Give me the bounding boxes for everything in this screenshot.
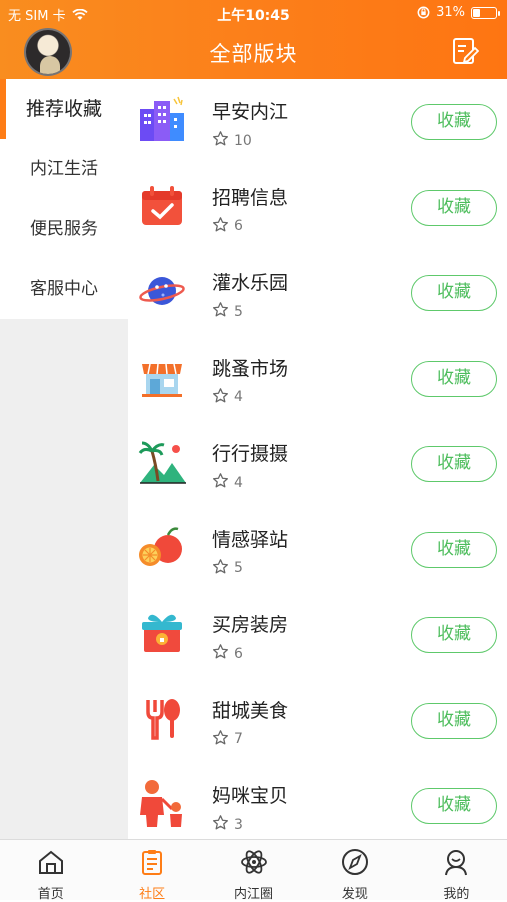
star-icon <box>212 301 229 322</box>
palm-landscape-icon <box>136 435 188 487</box>
sidebar-item[interactable]: 内江生活 <box>0 139 128 199</box>
board-title[interactable]: 早安内江 <box>212 97 288 124</box>
board-title[interactable]: 跳蚤市场 <box>212 354 288 381</box>
category-sidebar: 推荐收藏 内江生活 便民服务 客服中心 <box>0 79 128 839</box>
star-icon <box>212 387 229 408</box>
favorite-count: 7 <box>212 729 243 750</box>
sidebar-item[interactable]: 便民服务 <box>0 199 128 259</box>
board-row[interactable]: 行行摄摄 4 收藏 <box>128 421 507 507</box>
favorite-button[interactable]: 收藏 <box>411 446 497 482</box>
profile-icon <box>441 847 471 883</box>
fork-spoon-icon <box>136 692 188 744</box>
tab-label: 发现 <box>341 887 368 902</box>
tab-profile[interactable]: 我的 <box>406 840 507 902</box>
board-title[interactable]: 甜城美食 <box>212 696 288 723</box>
favorite-count-value: 4 <box>234 474 243 491</box>
board-row[interactable]: 买房装房 6 收藏 <box>128 592 507 678</box>
board-title[interactable]: 情感驿站 <box>212 525 288 552</box>
favorite-count-value: 7 <box>234 731 243 747</box>
status-bar: 无 SIM 卡 上午10:45 31% <box>0 0 507 26</box>
favorite-button[interactable]: 收藏 <box>411 617 497 653</box>
edit-post-icon[interactable] <box>451 36 479 66</box>
atom-icon <box>239 847 269 883</box>
star-icon <box>212 558 229 579</box>
star-icon <box>212 216 229 237</box>
favorite-button[interactable]: 收藏 <box>411 531 497 568</box>
page-title: 全部版块 <box>209 42 298 66</box>
header-bar: 无 SIM 卡 上午10:45 31% 全部版块 <box>0 0 507 79</box>
favorite-count-value: 10 <box>234 132 252 149</box>
favorite-count-value: 6 <box>234 645 243 662</box>
star-icon <box>212 643 229 664</box>
home-icon <box>36 847 66 883</box>
star-icon <box>212 130 229 151</box>
board-row[interactable]: 跳蚤市场 4 收藏 <box>128 336 507 422</box>
favorite-button[interactable]: 收藏 <box>411 360 497 397</box>
board-row[interactable]: 招聘信息 6 收藏 <box>128 165 507 251</box>
board-title[interactable]: 招聘信息 <box>212 183 288 210</box>
board-row[interactable]: 妈咪宝贝 3 收藏 <box>128 763 507 839</box>
sidebar-item[interactable]: 推荐收藏 <box>0 79 128 139</box>
favorite-count-value: 4 <box>234 389 243 405</box>
star-icon <box>212 729 229 750</box>
battery-icon <box>471 6 500 19</box>
calendar-check-icon <box>136 179 188 231</box>
tab-label: 社区 <box>139 887 166 902</box>
favorite-count: 3 <box>212 814 243 835</box>
favorite-button[interactable]: 收藏 <box>411 788 497 824</box>
battery-percent: 31% <box>436 5 465 20</box>
buildings-icon <box>136 93 188 145</box>
tab-compass[interactable]: 发现 <box>304 840 405 902</box>
favorite-button[interactable]: 收藏 <box>411 104 497 140</box>
sidebar-item[interactable]: 客服中心 <box>0 259 128 319</box>
star-icon <box>212 814 229 835</box>
favorite-count: 4 <box>212 387 243 408</box>
favorite-count-value: 5 <box>234 303 243 320</box>
favorite-count: 5 <box>212 301 243 322</box>
bottom-tabbar: 首页 社区 内江圈 发现 我的 <box>0 839 507 902</box>
favorite-count: 6 <box>212 216 243 237</box>
board-list: 早安内江 10 收藏 招聘信息 6 收藏 灌水乐园 5 收藏 跳蚤市场 4 收藏 行行摄摄 4 收藏 情感驿站… <box>128 79 507 839</box>
favorite-button[interactable]: 收藏 <box>411 702 497 739</box>
tab-community[interactable]: 社区 <box>101 840 202 902</box>
board-row[interactable]: 早安内江 10 收藏 <box>128 79 507 165</box>
favorite-count-value: 6 <box>234 218 243 234</box>
board-row[interactable]: 灌水乐园 5 收藏 <box>128 250 507 336</box>
star-icon <box>212 472 229 493</box>
community-icon <box>137 847 167 883</box>
favorite-count-value: 3 <box>234 816 243 833</box>
tab-label: 我的 <box>443 887 470 902</box>
tab-label: 首页 <box>37 887 64 902</box>
board-row[interactable]: 情感驿站 5 收藏 <box>128 507 507 593</box>
favorite-count: 4 <box>212 472 243 493</box>
gift-box-icon <box>136 606 188 658</box>
tab-label: 内江圈 <box>234 887 274 902</box>
shop-icon <box>136 350 188 402</box>
favorite-count: 5 <box>212 558 243 579</box>
tab-home[interactable]: 首页 <box>0 840 101 902</box>
favorite-button[interactable]: 收藏 <box>411 275 497 311</box>
board-title[interactable]: 妈咪宝贝 <box>212 781 288 808</box>
board-title[interactable]: 灌水乐园 <box>212 268 288 295</box>
favorite-count: 6 <box>212 643 243 664</box>
board-title[interactable]: 买房装房 <box>212 610 288 637</box>
favorite-count-value: 5 <box>234 560 243 576</box>
fruit-icon <box>136 521 188 573</box>
parent-child-icon <box>136 777 188 829</box>
board-row[interactable]: 甜城美食 7 收藏 <box>128 678 507 764</box>
orientation-lock-icon <box>417 6 430 19</box>
favorite-count: 10 <box>212 130 252 151</box>
tab-atom[interactable]: 内江圈 <box>203 840 304 902</box>
compass-icon <box>340 847 370 883</box>
board-title[interactable]: 行行摄摄 <box>212 439 288 466</box>
favorite-button[interactable]: 收藏 <box>411 189 497 226</box>
planet-icon <box>136 264 188 316</box>
